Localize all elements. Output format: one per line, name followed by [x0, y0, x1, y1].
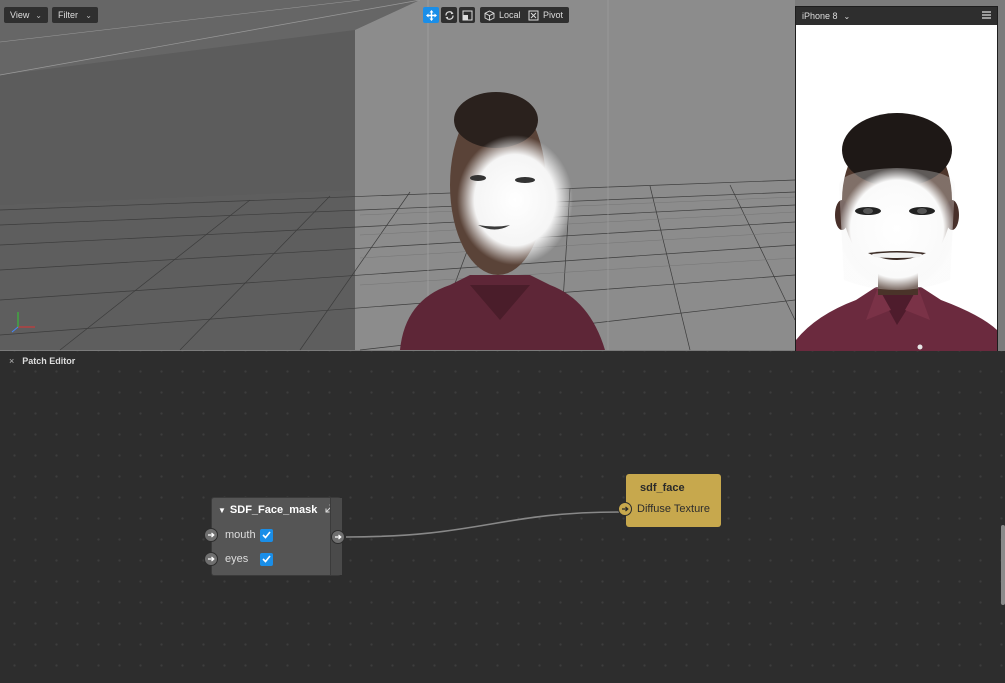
filter-dropdown[interactable]: Filter ⌄ [52, 7, 98, 23]
material-node-title: sdf_face [640, 482, 685, 494]
chevron-down-icon: ⌄ [85, 10, 92, 20]
device-selector[interactable]: iPhone 8 [802, 11, 838, 21]
local-space-button[interactable]: Local [480, 7, 527, 23]
preview-image [796, 25, 997, 387]
chevron-down-icon: ⌄ [35, 10, 42, 20]
scale-tool-button[interactable] [459, 7, 475, 23]
patch-editor-scrollbar[interactable] [1001, 525, 1005, 605]
input-port-mouth[interactable] [204, 528, 218, 542]
sdf-face-mask-node[interactable]: ▼ SDF_Face_mask mouth eyes [204, 497, 342, 576]
view-label: View [10, 10, 30, 20]
menu-icon[interactable] [982, 11, 991, 21]
input-port-eyes[interactable] [204, 552, 218, 566]
mouth-checkbox[interactable] [260, 528, 273, 542]
output-port[interactable] [331, 530, 345, 544]
pivot-icon [528, 10, 539, 20]
eyes-label: eyes [225, 553, 249, 565]
diffuse-texture-input: Diffuse Texture [618, 502, 710, 516]
device-simulator: iPhone 8 ⌄ [795, 6, 998, 403]
local-label: Local [499, 10, 521, 20]
pivot-label: Pivot [543, 10, 564, 20]
rotate-tool-button[interactable] [441, 7, 457, 23]
diffuse-texture-port[interactable] [618, 502, 632, 516]
input-row-eyes: eyes [204, 550, 273, 568]
input-row-mouth: mouth [204, 526, 273, 544]
eyes-checkbox[interactable] [260, 552, 273, 566]
view-dropdown[interactable]: View ⌄ [4, 7, 48, 23]
pivot-button[interactable]: Pivot [524, 7, 570, 23]
move-icon [425, 9, 437, 21]
scale-icon [462, 10, 472, 20]
collapse-triangle-icon[interactable]: ▼ [218, 506, 226, 515]
patch-connection-wire[interactable] [0, 351, 1005, 683]
move-tool-button[interactable] [423, 7, 439, 23]
diffuse-texture-label: Diffuse Texture [637, 503, 710, 515]
node-title: ▼ SDF_Face_mask [218, 504, 334, 516]
simulator-header: iPhone 8 ⌄ [796, 7, 997, 25]
mouth-label: mouth [225, 529, 256, 541]
sdf-face-material-node[interactable]: sdf_face Diffuse Texture [618, 474, 721, 527]
rotate-icon [444, 10, 454, 20]
simulator-preview [796, 25, 997, 387]
node-title-text: SDF_Face_mask [229, 504, 318, 516]
chevron-down-icon[interactable]: ⌄ [844, 12, 851, 21]
cube-icon [484, 9, 495, 21]
patch-editor-panel[interactable]: × Patch Editor ▼ SDF_Face_mask mouth eye… [0, 351, 1005, 683]
filter-label: Filter [58, 10, 78, 20]
